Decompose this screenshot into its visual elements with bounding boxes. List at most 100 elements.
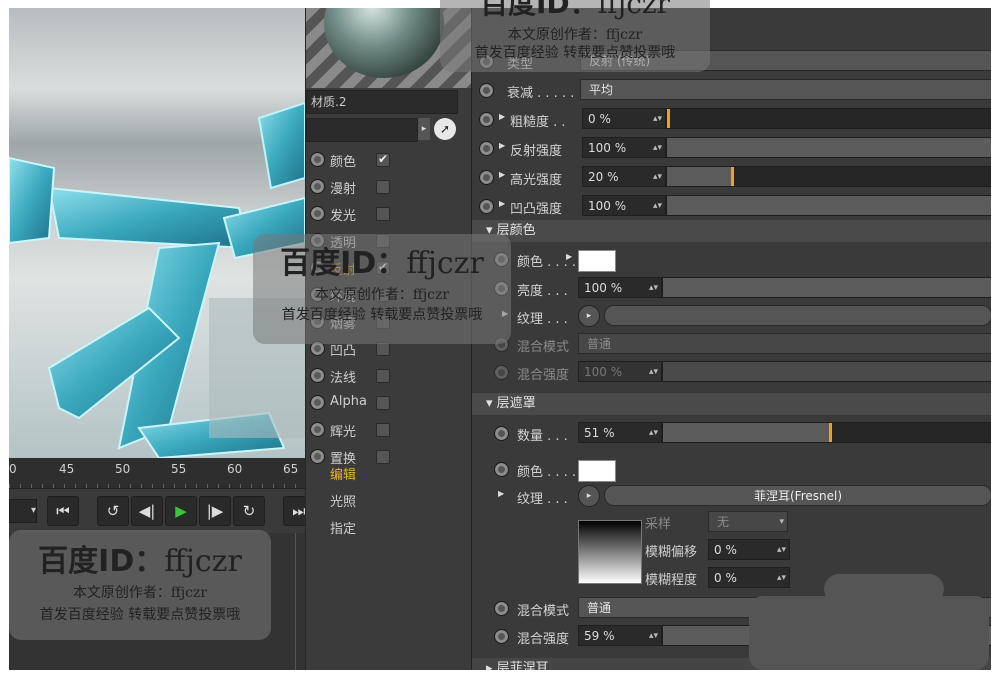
color-swatch[interactable] [578,460,616,482]
radio-icon[interactable] [310,152,325,167]
bump-strength-input[interactable]: 100 % ▴▾ [582,195,666,216]
radio-icon[interactable] [310,206,325,221]
channel-checkbox[interactable] [376,423,390,437]
blend-strength-slider[interactable] [662,361,991,382]
roughness-slider[interactable] [666,108,991,129]
brightness-input[interactable]: 100 % ▴▾ [578,277,662,298]
slider-handle[interactable] [667,109,670,128]
specular-strength-input[interactable]: 20 % ▴▾ [582,166,666,187]
amount-input[interactable]: 51 % ▴▾ [578,422,662,443]
blur-scale-input[interactable]: 0 % ▴▾ [708,567,790,588]
ruler-ticks [9,484,305,488]
sampling-dropdown[interactable]: 无 ▾ [708,511,788,532]
nav-assignment[interactable]: 指定 [330,518,356,537]
blend-strength-input[interactable]: 59 % ▴▾ [578,625,662,646]
channel-checkbox[interactable] [376,342,390,356]
channel-checkbox[interactable] [376,207,390,221]
texture-slot[interactable]: 菲涅耳(Fresnel) [604,485,991,506]
channel-item[interactable]: 发光 [306,200,472,227]
radio-icon[interactable] [310,368,325,383]
slider-handle[interactable] [731,167,734,186]
bump-strength-slider[interactable] [666,195,991,216]
spinner-icon[interactable]: ▴▾ [649,626,658,647]
reflection-strength-value: 100 % [588,141,627,155]
texture-menu-icon[interactable]: ▸ [578,305,600,327]
radio-icon[interactable] [310,449,325,464]
channel-checkbox[interactable] [376,396,390,410]
radio-icon[interactable] [310,422,325,437]
channel-checkbox[interactable] [376,450,390,464]
spinner-icon[interactable]: ▴▾ [649,423,658,444]
nav-edit[interactable]: 编辑 [330,464,356,483]
channel-checkbox[interactable] [376,180,390,194]
channel-item[interactable]: 漫射 [306,173,472,200]
blend-mode-dropdown[interactable]: 普通 [578,333,991,354]
amount-slider[interactable] [662,422,991,443]
radio-icon[interactable] [310,395,325,410]
expand-triangle-icon[interactable]: ▶ [499,141,505,150]
blur-offset-label: 模糊偏移 [645,545,698,560]
anim-radio-icon[interactable] [479,199,494,214]
layer-mask-section[interactable]: ▾ 层遮罩 [472,393,991,415]
reflection-strength-input[interactable]: 100 % ▴▾ [582,137,666,158]
specular-strength-slider[interactable] [666,166,991,187]
anim-radio-icon[interactable] [479,83,494,98]
play-button[interactable]: ▶ [165,496,197,526]
color-swatch[interactable] [578,250,616,272]
pick-arrow-icon[interactable]: ➚ [434,118,456,140]
timeline-ruler[interactable]: 0 45 50 55 60 65 [9,458,305,489]
anim-radio-icon[interactable] [494,365,509,380]
anim-radio-icon[interactable] [479,170,494,185]
radio-icon[interactable] [310,179,325,194]
fresnel-preview[interactable] [578,520,642,584]
channel-item[interactable]: Alpha [306,389,472,416]
anim-radio-icon[interactable] [479,141,494,156]
channel-item[interactable]: 颜色 ✔ [306,146,472,173]
spinner-icon[interactable]: ▴▾ [649,278,658,299]
previous-frame-button[interactable]: ◀| [131,496,163,526]
expand-triangle-icon[interactable]: ▶ [499,112,505,121]
spinner-icon[interactable]: ▴▾ [653,167,662,188]
expand-triangle-icon[interactable]: ▶ [566,252,572,261]
spinner-icon[interactable]: ▴▾ [777,540,786,561]
channel-item[interactable]: 辉光 [306,416,472,443]
texture-slot[interactable] [604,305,991,326]
slider-handle[interactable] [829,423,832,442]
falloff-dropdown[interactable]: 平均 [580,79,991,100]
expand-triangle-icon[interactable]: ▶ [499,199,505,208]
spinner-icon[interactable]: ▴▾ [653,138,662,159]
roughness-input[interactable]: 0 % ▴▾ [582,108,666,129]
next-key-button[interactable]: ↻ [233,496,265,526]
previous-key-button[interactable]: ↺ [97,496,129,526]
expand-triangle-icon[interactable]: ▶ [498,489,504,498]
3d-viewport[interactable] [9,8,305,458]
nav-illumination[interactable]: 光照 [330,491,356,510]
blend-strength-input[interactable]: 100 % ▴▾ [578,361,662,382]
anim-radio-icon[interactable] [494,426,509,441]
spinner-icon[interactable]: ▴▾ [649,362,658,383]
brightness-label: 亮度 . . . [517,284,568,299]
spinner-icon[interactable]: ▴▾ [653,196,662,217]
spinner-icon[interactable]: ▴▾ [653,109,662,130]
expand-triangle-icon[interactable]: ▶ [499,170,505,179]
anim-radio-icon[interactable] [494,462,509,477]
material-name-field[interactable]: 材质.2 [306,90,458,114]
anim-radio-icon[interactable] [479,112,494,127]
reflection-strength-label: 反射强度 [510,144,563,159]
frame-field[interactable]: ▾ [9,499,37,523]
channel-checkbox[interactable]: ✔ [376,153,390,167]
go-to-start-button[interactable]: ⏮ [47,496,79,526]
material-dropdown[interactable] [306,118,418,142]
channel-item[interactable]: 法线 [306,362,472,389]
texture-menu-icon[interactable]: ▸ [578,485,600,507]
spinner-icon[interactable]: ▴▾ [777,568,786,589]
next-frame-button[interactable]: |▶ [199,496,231,526]
channel-checkbox[interactable] [376,369,390,383]
anim-radio-icon[interactable] [494,601,509,616]
layer-color-section[interactable]: ▾ 层颜色 [472,220,991,242]
blur-offset-input[interactable]: 0 % ▴▾ [708,539,790,560]
reflection-strength-slider[interactable] [666,137,991,158]
brightness-slider[interactable] [662,277,991,298]
anim-radio-icon[interactable] [494,629,509,644]
dropdown-arrow-icon[interactable]: ▸ [418,118,430,140]
